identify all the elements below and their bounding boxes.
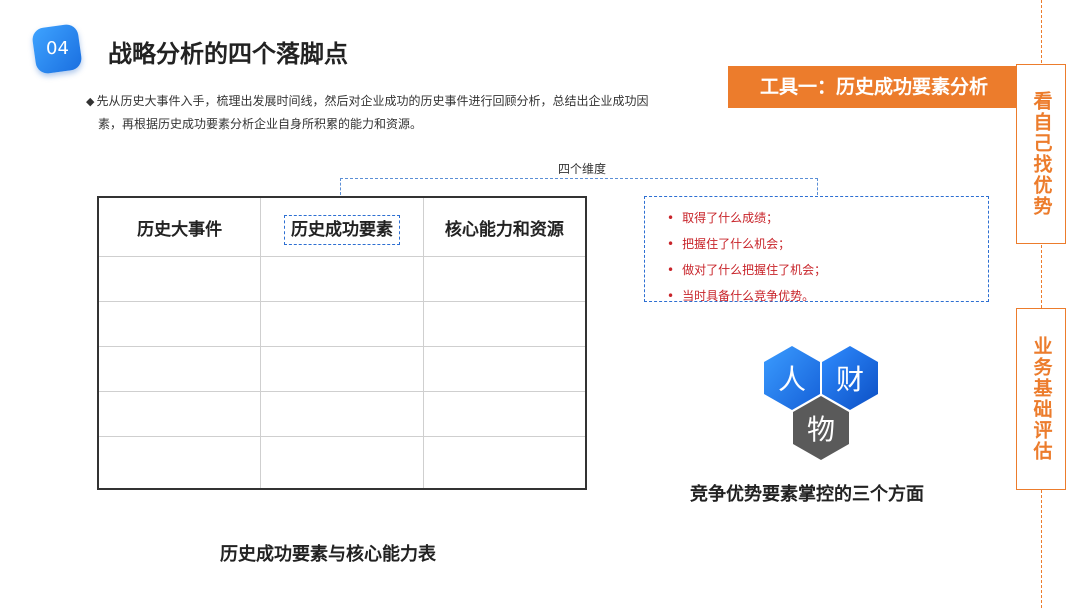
table-cell: [98, 301, 262, 347]
table-cell: [98, 436, 262, 490]
table-cell: [98, 346, 262, 392]
success-factor-table: 历史大事件 历史成功要素 核心能力和资源: [97, 196, 587, 490]
table-cell: [260, 256, 424, 302]
dimensions-bracket: [340, 178, 818, 195]
hexagon-cluster: 人 财 物: [760, 344, 890, 466]
table-cell: [422, 391, 587, 437]
list-item: • 把握住了什么机会；: [667, 237, 791, 251]
hex-label-person: 人: [778, 363, 806, 396]
table-row: [98, 391, 587, 437]
section-number-badge: 04: [31, 23, 83, 75]
hex-label-material: 物: [807, 413, 835, 446]
column-header-capabilities: 核心能力和资源: [422, 197, 586, 257]
table-cell: [422, 301, 587, 347]
table-cell: [422, 436, 587, 490]
page-title: 战略分析的四个落脚点: [108, 40, 348, 68]
factors-caption: 竞争优势要素掌控的三个方面: [690, 484, 924, 505]
side-box-business-assessment: 业务基础评估: [1016, 308, 1066, 490]
list-item: • 取得了什么成绩；: [667, 211, 779, 225]
dimensions-label: 四个维度: [558, 162, 607, 176]
intro-text: ◆ 先从历史大事件入手，梳理出发展时间线，然后对企业成功的历史事件进行回顾分析，总…: [86, 90, 726, 135]
table-row: [98, 256, 587, 302]
table-caption: 历史成功要素与核心能力表: [220, 544, 436, 565]
table-row: [98, 436, 587, 490]
table-cell: [260, 391, 424, 437]
table-cell: [422, 346, 587, 392]
intro-line-1: 先从历史大事件入手，梳理出发展时间线，然后对企业成功的历史事件进行回顾分析，总结…: [96, 94, 649, 108]
table-cell: [98, 391, 262, 437]
hex-label-money: 财: [836, 363, 864, 396]
table-row: [98, 346, 587, 392]
table-cell: [98, 256, 262, 302]
highlight-box: 历史成功要素: [283, 214, 400, 245]
tool-banner: 工具一：历史成功要素分析: [728, 66, 1018, 108]
intro-line-2: 素，再根据历史成功要素分析企业自身所积累的能力和资源。: [98, 117, 423, 131]
hexagon-graphic: 人 财 物: [764, 346, 878, 460]
table-row: [98, 301, 587, 347]
list-item: • 当时具备什么竞争优势。: [667, 289, 815, 303]
column-header-success-factors: 历史成功要素: [260, 197, 424, 257]
diamond-bullet-icon: ◆: [86, 95, 95, 108]
list-item: • 做对了什么把握住了机会；: [667, 263, 827, 277]
table-header-row: 历史大事件 历史成功要素 核心能力和资源: [98, 197, 586, 257]
table-cell: [260, 436, 424, 490]
side-box-look-at-self: 看自己找优势: [1016, 64, 1066, 244]
dimensions-list-box: • 取得了什么成绩； • 把握住了什么机会； • 做对了什么把握住了机会； • 当时具备…: [644, 196, 989, 303]
table-cell: [260, 301, 424, 347]
table-cell: [422, 256, 587, 302]
table-cell: [260, 346, 424, 392]
column-header-events: 历史大事件: [98, 197, 261, 257]
